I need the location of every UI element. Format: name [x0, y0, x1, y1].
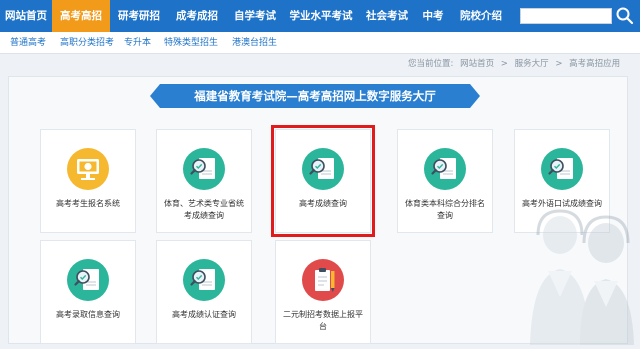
- breadcrumb-prefix: 您当前位置:: [408, 59, 454, 69]
- service-label: 高考成绩认证查询: [172, 310, 236, 319]
- service-label: 体育、艺术类专业省统考成绩查询: [164, 199, 244, 220]
- top-navigation: 网站首页 高考高招 研考研招 成考成招 自学考试 学业水平考试 社会考试 中考 …: [0, 0, 640, 32]
- service-card-score-certification[interactable]: 高考成绩认证查询: [156, 240, 252, 344]
- service-card-sports-ranking[interactable]: 体育类本科综合分排名查询: [397, 129, 493, 233]
- score-search-icon: [67, 259, 109, 301]
- sub-navigation: 普通高考 高职分类招考 专升本 特殊类型招生 港澳台招生: [0, 32, 640, 54]
- score-search-icon: [424, 148, 466, 190]
- score-search-icon: [183, 148, 225, 190]
- nav-item-academic-level[interactable]: 学业水平考试: [284, 0, 358, 32]
- nav-item-adult[interactable]: 成考成招: [168, 0, 226, 32]
- nav-item-gaokao[interactable]: 高考高招: [52, 0, 110, 32]
- page-title: 福建省教育考试院—高考高招网上数字服务大厅: [150, 84, 480, 108]
- service-label: 二元制招考数据上报平台: [283, 310, 363, 331]
- customer-service-illustration: [530, 209, 634, 345]
- search-icon[interactable]: [614, 5, 636, 27]
- service-card-admission-info[interactable]: 高考录取信息查询: [40, 240, 136, 344]
- monitor-yuan-icon: [67, 148, 109, 190]
- breadcrumb-item-hall[interactable]: 服务大厅: [515, 59, 549, 69]
- breadcrumb-item-current: 高考高招应用: [569, 59, 621, 69]
- subnav-item-hk-macao-tw[interactable]: 港澳台招生: [232, 32, 277, 54]
- breadcrumb: 您当前位置: 网站首页 > 服务大厅 > 高考高招应用: [408, 57, 624, 71]
- nav-item-zhongkao[interactable]: 中考: [416, 0, 450, 32]
- service-label: 体育类本科综合分排名查询: [405, 199, 485, 220]
- search-input[interactable]: [520, 8, 612, 24]
- service-label: 高考录取信息查询: [56, 310, 120, 319]
- subnav-item-special[interactable]: 特殊类型招生: [164, 32, 218, 54]
- service-card-registration[interactable]: 高考考生报名系统: [40, 129, 136, 233]
- breadcrumb-separator: >: [500, 59, 508, 69]
- clipboard-pencil-icon: [302, 259, 344, 301]
- service-card-dual-system-data[interactable]: 二元制招考数据上报平台: [275, 240, 371, 344]
- nav-item-self-study[interactable]: 自学考试: [226, 0, 284, 32]
- breadcrumb-separator: >: [555, 59, 563, 69]
- highlight-frame: [271, 125, 375, 237]
- subnav-item-vocational[interactable]: 高职分类招考: [60, 32, 114, 54]
- score-search-icon: [541, 148, 583, 190]
- nav-item-social-exam[interactable]: 社会考试: [358, 0, 416, 32]
- subnav-item-upgrade[interactable]: 专升本: [124, 32, 151, 54]
- nav-item-colleges[interactable]: 院校介绍: [452, 0, 510, 32]
- service-card-sports-art-score[interactable]: 体育、艺术类专业省统考成绩查询: [156, 129, 252, 233]
- nav-item-graduate[interactable]: 研考研招: [110, 0, 168, 32]
- nav-item-home[interactable]: 网站首页: [0, 0, 52, 32]
- service-label: 高考考生报名系统: [56, 199, 120, 208]
- subnav-item-regular[interactable]: 普通高考: [10, 32, 46, 54]
- breadcrumb-item-home[interactable]: 网站首页: [460, 59, 494, 69]
- score-search-icon: [183, 259, 225, 301]
